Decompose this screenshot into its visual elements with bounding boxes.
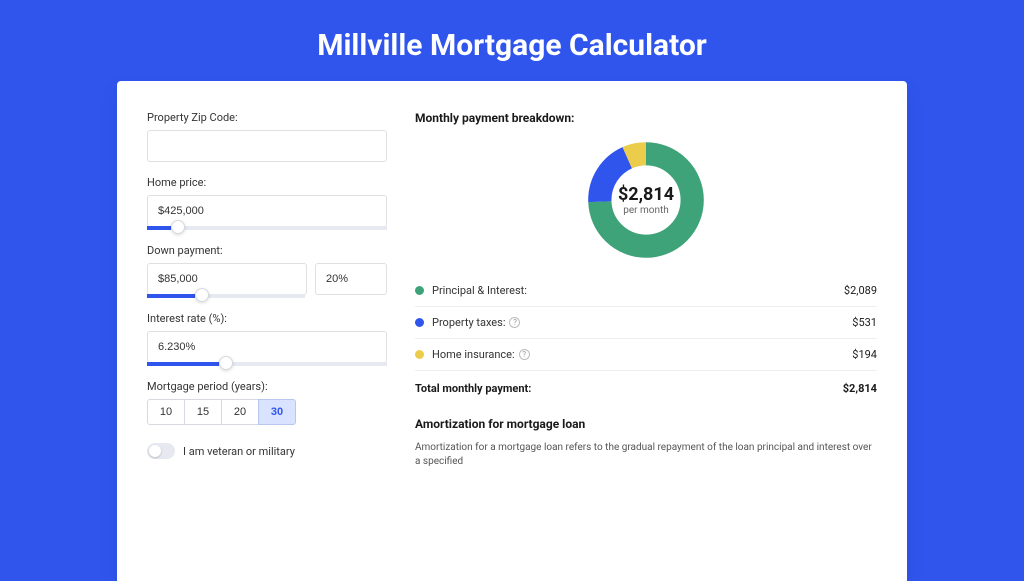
legend-dot-icon — [415, 318, 424, 327]
home-price-label: Home price: — [147, 176, 387, 189]
legend-value: $194 — [852, 348, 877, 361]
mortgage-period-buttons: 10 15 20 30 — [147, 399, 387, 425]
info-icon[interactable]: ? — [519, 349, 530, 360]
period-option-15[interactable]: 15 — [184, 399, 222, 425]
zip-group: Property Zip Code: — [147, 111, 387, 162]
info-icon[interactable]: ? — [509, 317, 520, 328]
legend-row-principal: Principal & Interest: $2,089 — [415, 275, 877, 307]
total-label: Total monthly payment: — [415, 382, 843, 395]
home-price-slider[interactable] — [147, 226, 387, 230]
legend-dot-icon — [415, 350, 424, 359]
page-title: Millville Mortgage Calculator — [0, 0, 1024, 81]
home-price-group: Home price: — [147, 176, 387, 230]
amortization-text: Amortization for a mortgage loan refers … — [415, 441, 877, 469]
mortgage-period-group: Mortgage period (years): 10 15 20 30 — [147, 380, 387, 425]
legend-value: $531 — [852, 316, 877, 329]
breakdown-panel: Monthly payment breakdown: $2,814 per mo… — [415, 111, 877, 581]
legend-value: $2,089 — [844, 284, 877, 297]
donut-center-sub: per month — [623, 205, 669, 216]
total-value: $2,814 — [843, 382, 877, 395]
legend-dot-icon — [415, 286, 424, 295]
legend-row-insurance: Home insurance: ? $194 — [415, 339, 877, 371]
down-payment-slider-thumb[interactable] — [195, 288, 209, 302]
interest-rate-label: Interest rate (%): — [147, 312, 387, 325]
veteran-toggle[interactable] — [147, 443, 175, 459]
legend-label: Property taxes: ? — [432, 316, 852, 329]
zip-label: Property Zip Code: — [147, 111, 387, 124]
form-panel: Property Zip Code: Home price: Down paym… — [147, 111, 387, 581]
period-option-20[interactable]: 20 — [221, 399, 259, 425]
total-row: Total monthly payment: $2,814 — [415, 371, 877, 409]
interest-rate-input[interactable] — [147, 331, 387, 363]
legend-label: Principal & Interest: — [432, 284, 844, 297]
home-price-slider-thumb[interactable] — [171, 220, 185, 234]
interest-rate-group: Interest rate (%): — [147, 312, 387, 366]
down-payment-percent-input[interactable] — [315, 263, 387, 295]
down-payment-label: Down payment: — [147, 244, 387, 257]
mortgage-period-label: Mortgage period (years): — [147, 380, 387, 393]
down-payment-group: Down payment: — [147, 244, 387, 298]
calculator-card: Property Zip Code: Home price: Down paym… — [117, 81, 907, 581]
veteran-toggle-label: I am veteran or military — [183, 445, 295, 458]
down-payment-slider[interactable] — [147, 294, 305, 298]
breakdown-title: Monthly payment breakdown: — [415, 111, 877, 125]
donut-chart: $2,814 per month — [585, 139, 707, 261]
period-option-30[interactable]: 30 — [258, 399, 296, 425]
period-option-10[interactable]: 10 — [147, 399, 185, 425]
interest-rate-slider-thumb[interactable] — [219, 356, 233, 370]
zip-input[interactable] — [147, 130, 387, 162]
veteran-toggle-row: I am veteran or military — [147, 443, 387, 459]
donut-chart-wrap: $2,814 per month — [415, 133, 877, 275]
legend-label: Home insurance: ? — [432, 348, 852, 361]
amortization-title: Amortization for mortgage loan — [415, 417, 877, 431]
donut-center-amount: $2,814 — [618, 184, 674, 205]
interest-rate-slider[interactable] — [147, 362, 387, 366]
down-payment-amount-input[interactable] — [147, 263, 307, 295]
legend-row-taxes: Property taxes: ? $531 — [415, 307, 877, 339]
